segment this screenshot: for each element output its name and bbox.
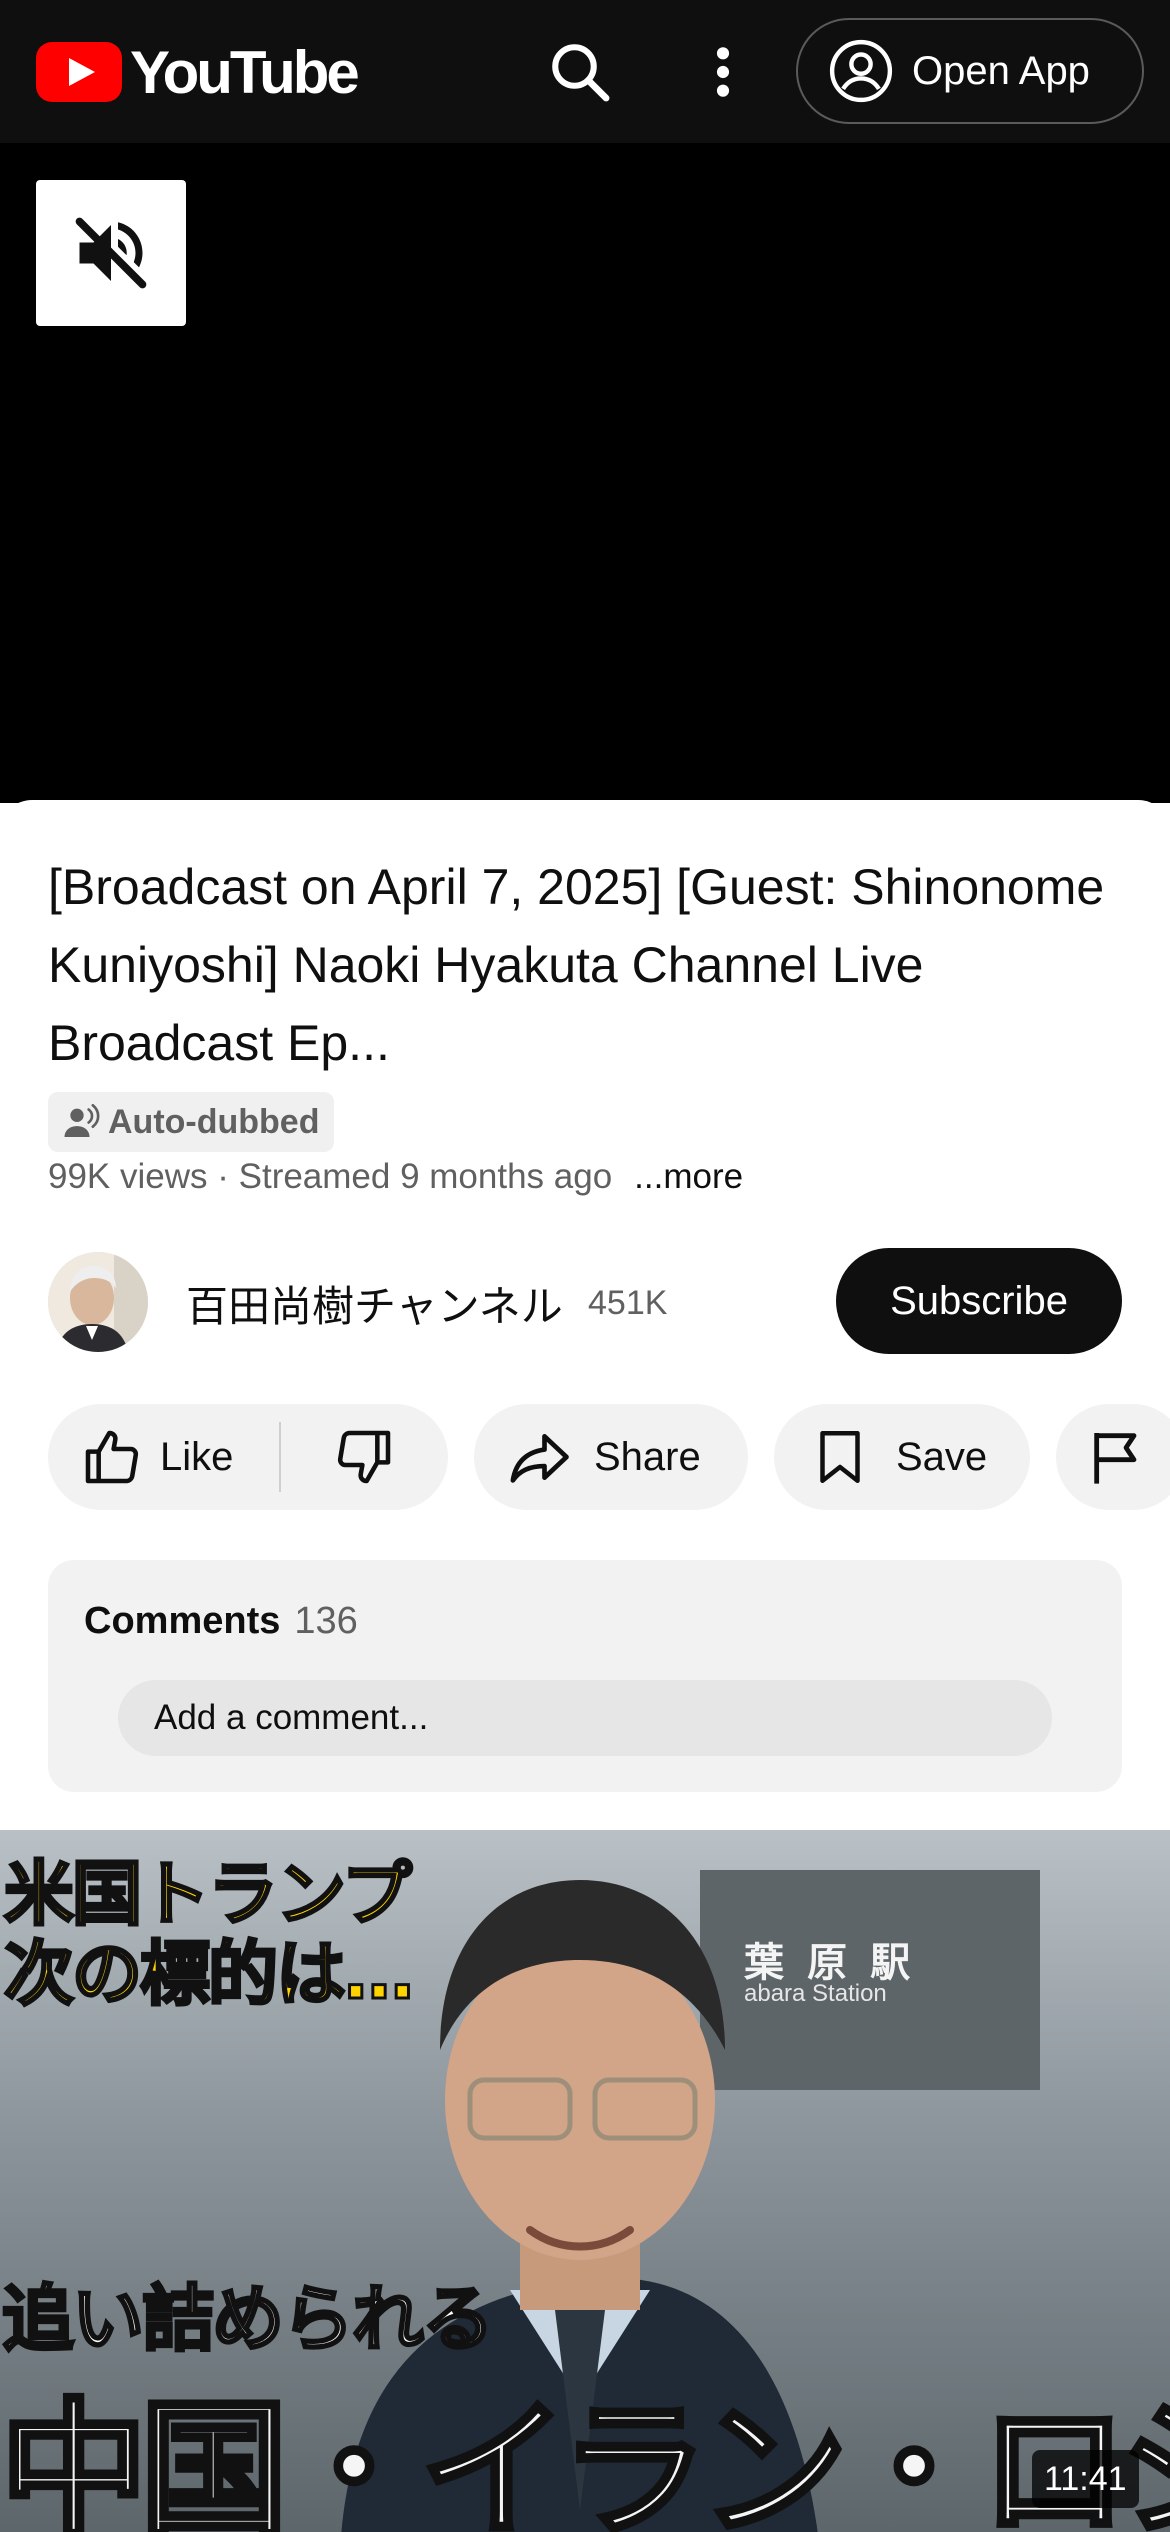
thumb-headline-line2: 次の標的は… [3,1933,416,2016]
unmute-button[interactable] [36,180,186,326]
more-link[interactable]: ...more [634,1157,743,1196]
thumb-headline-big: 中国・イラン・ロシア [0,2383,1170,2532]
open-app-button[interactable]: Open App [796,18,1144,124]
share-icon [510,1434,569,1483]
like-label: Like [160,1434,234,1479]
comments-heading: Comments 136 [84,1600,358,1643]
like-button[interactable]: Like [48,1425,279,1489]
save-button[interactable]: Save [774,1404,1030,1510]
share-label: Share [594,1434,701,1479]
comments-card[interactable]: Comments 136 Add a comment... [48,1560,1122,1792]
subscriber-count: 451K [588,1284,668,1322]
thumbs-down-icon [338,1430,391,1484]
video-title[interactable]: [Broadcast on April 7, 2025] [Guest: Shi… [48,848,1128,1082]
next-video-thumbnail[interactable]: 葉 原 駅 abara Station 米国トランプ 次の標的は… 追い詰められ… [0,1830,1170,2532]
top-app-bar: YouTube Open App [0,0,1170,143]
comments-title: Comments [84,1600,281,1642]
comments-count: 136 [294,1600,358,1642]
save-label: Save [896,1434,988,1479]
volume-muted-icon [75,217,147,289]
channel-avatar[interactable] [48,1252,148,1352]
video-duration-badge: 11:41 [1032,2450,1139,2508]
flag-icon [1094,1433,1137,1484]
bookmark-icon [820,1431,860,1483]
subscribe-button[interactable]: Subscribe [836,1248,1122,1354]
dislike-button[interactable] [281,1425,448,1489]
account-circle-icon [829,39,893,103]
channel-name[interactable]: 百田尚樹チャンネル [186,1273,563,1334]
report-button[interactable] [1056,1404,1170,1510]
more-vertical-icon[interactable] [696,32,750,112]
video-meta[interactable]: 99K views · Streamed 9 months ago ...more [48,1152,743,1202]
add-comment-field[interactable]: Add a comment... [118,1680,1052,1756]
open-app-label: Open App [912,48,1090,93]
search-icon[interactable] [540,32,620,112]
thumb-headline-top: 米国トランプ 次の標的は… [3,1853,416,2016]
views-and-date: 99K views · Streamed 9 months ago [48,1157,613,1196]
voice-icon [64,1104,100,1137]
like-dislike-group: Like [48,1404,448,1510]
channel-row: 百田尚樹チャンネル 451K Subscribe [48,1248,1122,1354]
youtube-play-icon [36,42,122,102]
youtube-logo[interactable]: YouTube [36,39,360,106]
auto-dubbed-badge: Auto-dubbed [48,1092,334,1152]
share-button[interactable]: Share [474,1404,748,1510]
auto-dubbed-label: Auto-dubbed [108,1102,320,1141]
thumb-headline-line1: 米国トランプ [3,1853,414,1936]
thumbs-up-icon [85,1430,139,1484]
logo-text: YouTube [130,38,360,106]
